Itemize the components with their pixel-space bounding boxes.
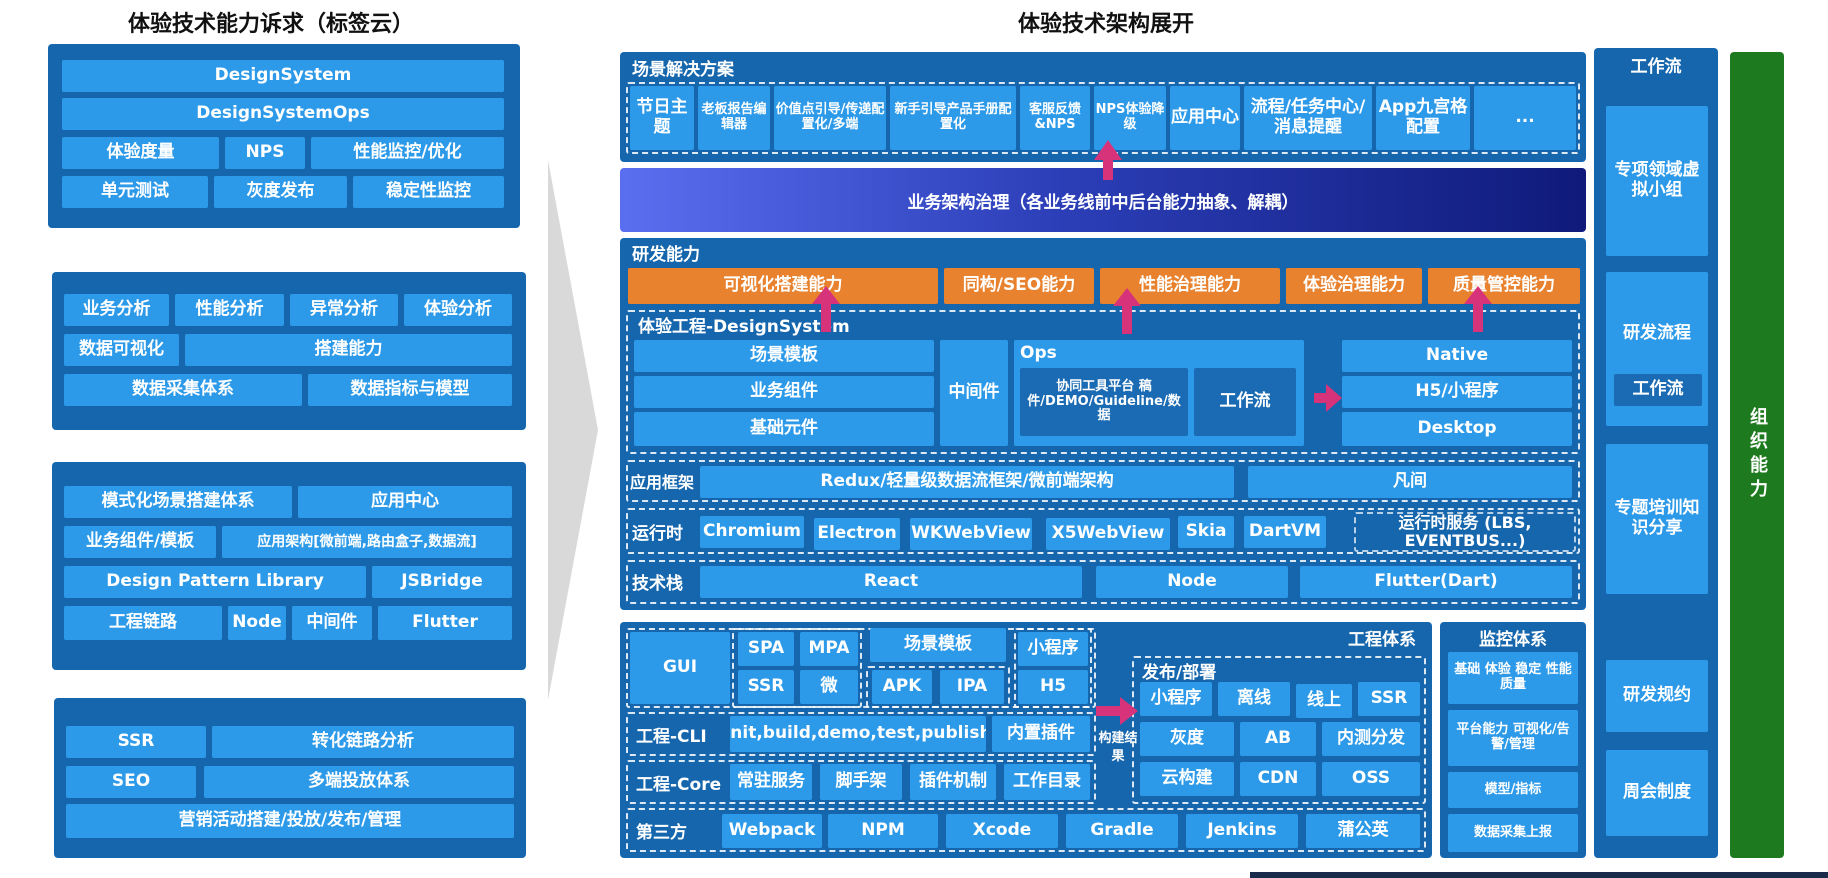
up-arrow-icon — [1464, 286, 1492, 332]
right-arrow-icon — [1096, 697, 1138, 725]
up-arrow-icon — [812, 286, 840, 332]
bottom-stripe — [1250, 872, 1828, 878]
flow-arrows — [812, 140, 1492, 725]
up-arrow-icon — [1094, 140, 1122, 180]
up-arrow-icon — [1113, 288, 1141, 334]
right-arrow-icon — [1314, 384, 1342, 412]
